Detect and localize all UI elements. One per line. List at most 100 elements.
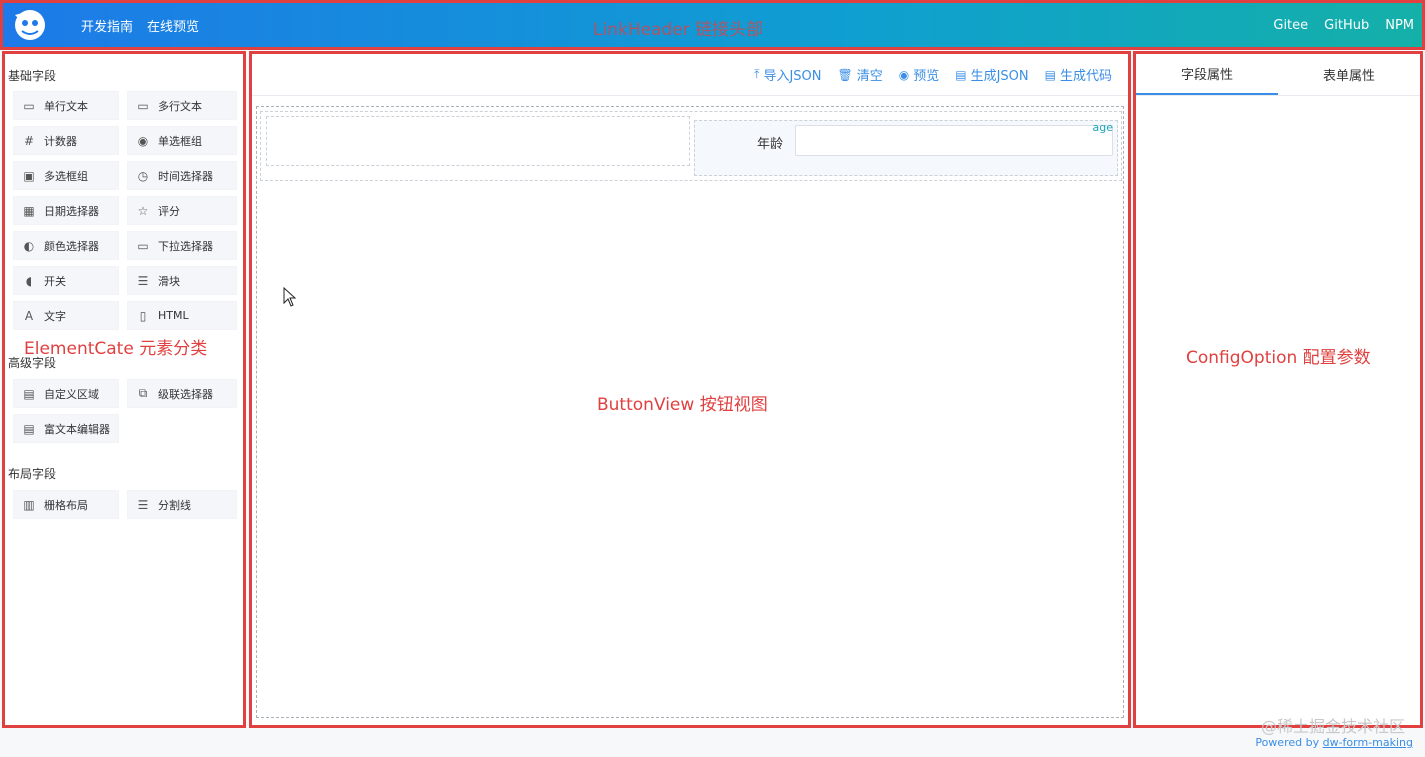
basic-field-item[interactable]: ◉ 单选框组	[127, 126, 237, 155]
link-header: 开发指南 在线预览 LinkHeader 链接头部 Gitee GitHub N…	[0, 0, 1425, 50]
advanced-field-item[interactable]: ▤ 富文本编辑器	[13, 414, 119, 443]
tab-field-properties[interactable]: 字段属性	[1136, 54, 1278, 95]
preview-button[interactable]: ◉ 预览	[898, 65, 940, 85]
basic-field-item-label: 多选框组	[44, 169, 88, 183]
link-npm[interactable]: NPM	[1385, 18, 1414, 33]
basic-field-item-label: 多行文本	[158, 99, 202, 113]
input-icon: ▭	[23, 98, 35, 113]
advanced-field-item[interactable]: ▤ 自定义区域	[13, 379, 119, 408]
basic-field-item[interactable]: ▦ 日期选择器	[13, 196, 119, 225]
html-icon: ▯	[139, 308, 147, 323]
age-model-tag: age	[1092, 121, 1114, 134]
checkbox-icon: ▣	[23, 168, 35, 183]
watermark: @稀土掘金技术社区	[1260, 717, 1405, 736]
cascader-icon: ⧉	[138, 386, 148, 400]
link-gitee[interactable]: Gitee	[1273, 18, 1308, 33]
layout-field-item-label: 分割线	[158, 498, 191, 512]
grid-column-2[interactable]: 年龄 age	[694, 120, 1118, 176]
button-view-annotation: ButtonView 按钮视图	[597, 395, 768, 415]
eye-icon: ◉	[898, 67, 910, 82]
editor-icon: ▤	[23, 421, 35, 436]
header-annotation: LinkHeader 链接头部	[593, 20, 764, 40]
grid-column-1[interactable]	[266, 116, 690, 166]
nav-online-preview[interactable]: 在线预览	[147, 16, 199, 35]
radio-icon: ◉	[137, 133, 149, 148]
basic-field-item-label: 单选框组	[158, 134, 202, 148]
config-option-panel: 字段属性 表单属性 ConfigOption 配置参数	[1133, 51, 1423, 728]
grid-icon: ▥	[23, 497, 35, 512]
number-icon: #	[23, 133, 35, 148]
clock-icon: ◷	[137, 168, 149, 183]
calendar-icon: ▦	[23, 203, 35, 218]
basic-field-item[interactable]: ☰ 滑块	[127, 266, 237, 295]
advanced-fields-grid: ▤ 自定义区域 ⧉ 级联选择器 ▤ 富文本编辑器	[13, 379, 237, 443]
powered-link[interactable]: dw-form-making	[1323, 736, 1413, 749]
basic-field-item[interactable]: ◖ 开关	[13, 266, 119, 295]
tab-form-properties[interactable]: 表单属性	[1278, 54, 1420, 95]
custom-icon: ▤	[23, 386, 35, 401]
button-view-panel: ⤒ 导入JSON 🗑 清空 ◉ 预览 ▤ 生成JSON ▤ 生成代码 年龄 age But…	[249, 51, 1131, 728]
basic-field-item[interactable]: ◐ 颜色选择器	[13, 231, 119, 260]
select-icon: ▭	[137, 238, 149, 253]
basic-field-item[interactable]: ▭ 多行文本	[127, 91, 237, 120]
layout-field-item[interactable]: ☰ 分割线	[127, 490, 237, 519]
basic-field-item-label: 评分	[158, 204, 180, 218]
basic-field-item-label: 日期选择器	[44, 204, 99, 218]
basic-fields-title: 基础字段	[8, 69, 57, 83]
grid-row[interactable]: 年龄 age	[260, 111, 1122, 181]
basic-field-item-label: 颜色选择器	[44, 239, 99, 253]
basic-field-item-label: 文字	[44, 309, 66, 323]
basic-field-item[interactable]: ◷ 时间选择器	[127, 161, 237, 190]
divider-icon: ☰	[137, 497, 149, 512]
form-canvas[interactable]: 年龄 age ButtonView 按钮视图	[256, 106, 1124, 718]
nav-dev-guide[interactable]: 开发指南	[81, 16, 133, 35]
layout-field-item[interactable]: ▥ 栅格布局	[13, 490, 119, 519]
import-json-button[interactable]: ⤒ 导入JSON	[754, 65, 821, 84]
advanced-field-item-label: 自定义区域	[44, 387, 99, 401]
basic-fields-grid: ▭ 单行文本 ▭ 多行文本 # 计数器 ◉ 单选框组 ▣ 多选框组 ◷ 时间选择器 ▦ 日期选择器 ☆ 评分 ◐…	[13, 91, 237, 330]
basic-field-item[interactable]: ▯ HTML	[127, 301, 237, 330]
advanced-field-item-label: 富文本编辑器	[44, 422, 110, 436]
basic-field-item[interactable]: ☆ 评分	[127, 196, 237, 225]
basic-field-item[interactable]: ▣ 多选框组	[13, 161, 119, 190]
clear-button[interactable]: 🗑 清空	[837, 65, 883, 85]
basic-field-item-label: 开关	[44, 274, 66, 288]
link-github[interactable]: GitHub	[1324, 18, 1369, 33]
text-icon: A	[24, 308, 34, 323]
layout-fields-grid: ▥ 栅格布局 ☰ 分割线	[13, 490, 237, 519]
basic-field-item-label: HTML	[158, 309, 189, 322]
element-category-panel: 基础字段 ▭ 单行文本 ▭ 多行文本 # 计数器 ◉ 单选框组 ▣ 多选框组 ◷ 时间选择器 ▦ 日期选择…	[2, 51, 246, 728]
generate-code-button[interactable]: ▤ 生成代码	[1044, 65, 1112, 85]
upload-icon: ⤒	[754, 67, 760, 81]
mouse-cursor-icon	[283, 286, 297, 310]
logo-icon[interactable]	[7, 5, 53, 45]
advanced-field-item-label: 级联选择器	[158, 387, 213, 401]
document-icon: ▤	[955, 67, 967, 82]
age-input[interactable]	[795, 125, 1113, 156]
basic-field-item[interactable]: A 文字	[13, 301, 119, 330]
basic-field-item[interactable]: ▭ 单行文本	[13, 91, 119, 120]
trash-icon: 🗑	[837, 67, 853, 82]
toolbar: ⤒ 导入JSON 🗑 清空 ◉ 预览 ▤ 生成JSON ▤ 生成代码	[252, 54, 1128, 96]
advanced-field-item[interactable]: ⧉ 级联选择器	[127, 379, 237, 408]
star-icon: ☆	[137, 203, 149, 218]
switch-icon: ◖	[25, 273, 33, 288]
layout-fields-title: 布局字段	[8, 467, 57, 481]
code-file-icon: ▤	[1044, 67, 1056, 82]
basic-field-item-label: 时间选择器	[158, 169, 213, 183]
palette-icon: ◐	[23, 238, 35, 253]
age-field-label: 年龄	[757, 137, 784, 152]
textarea-icon: ▭	[137, 98, 149, 113]
layout-field-item-label: 栅格布局	[44, 498, 88, 512]
config-option-annotation: ConfigOption 配置参数	[1186, 348, 1371, 368]
basic-field-item-label: 下拉选择器	[158, 239, 213, 253]
element-cate-annotation: ElementCate 元素分类	[24, 339, 208, 359]
slider-icon: ☰	[137, 273, 149, 288]
basic-field-item-label: 滑块	[158, 274, 180, 288]
generate-json-button[interactable]: ▤ 生成JSON	[955, 65, 1028, 85]
basic-field-item[interactable]: # 计数器	[13, 126, 119, 155]
basic-field-item-label: 计数器	[44, 134, 77, 148]
basic-field-item[interactable]: ▭ 下拉选择器	[127, 231, 237, 260]
powered-by: Powered by dw-form-making	[1255, 736, 1413, 749]
basic-field-item-label: 单行文本	[44, 99, 88, 113]
